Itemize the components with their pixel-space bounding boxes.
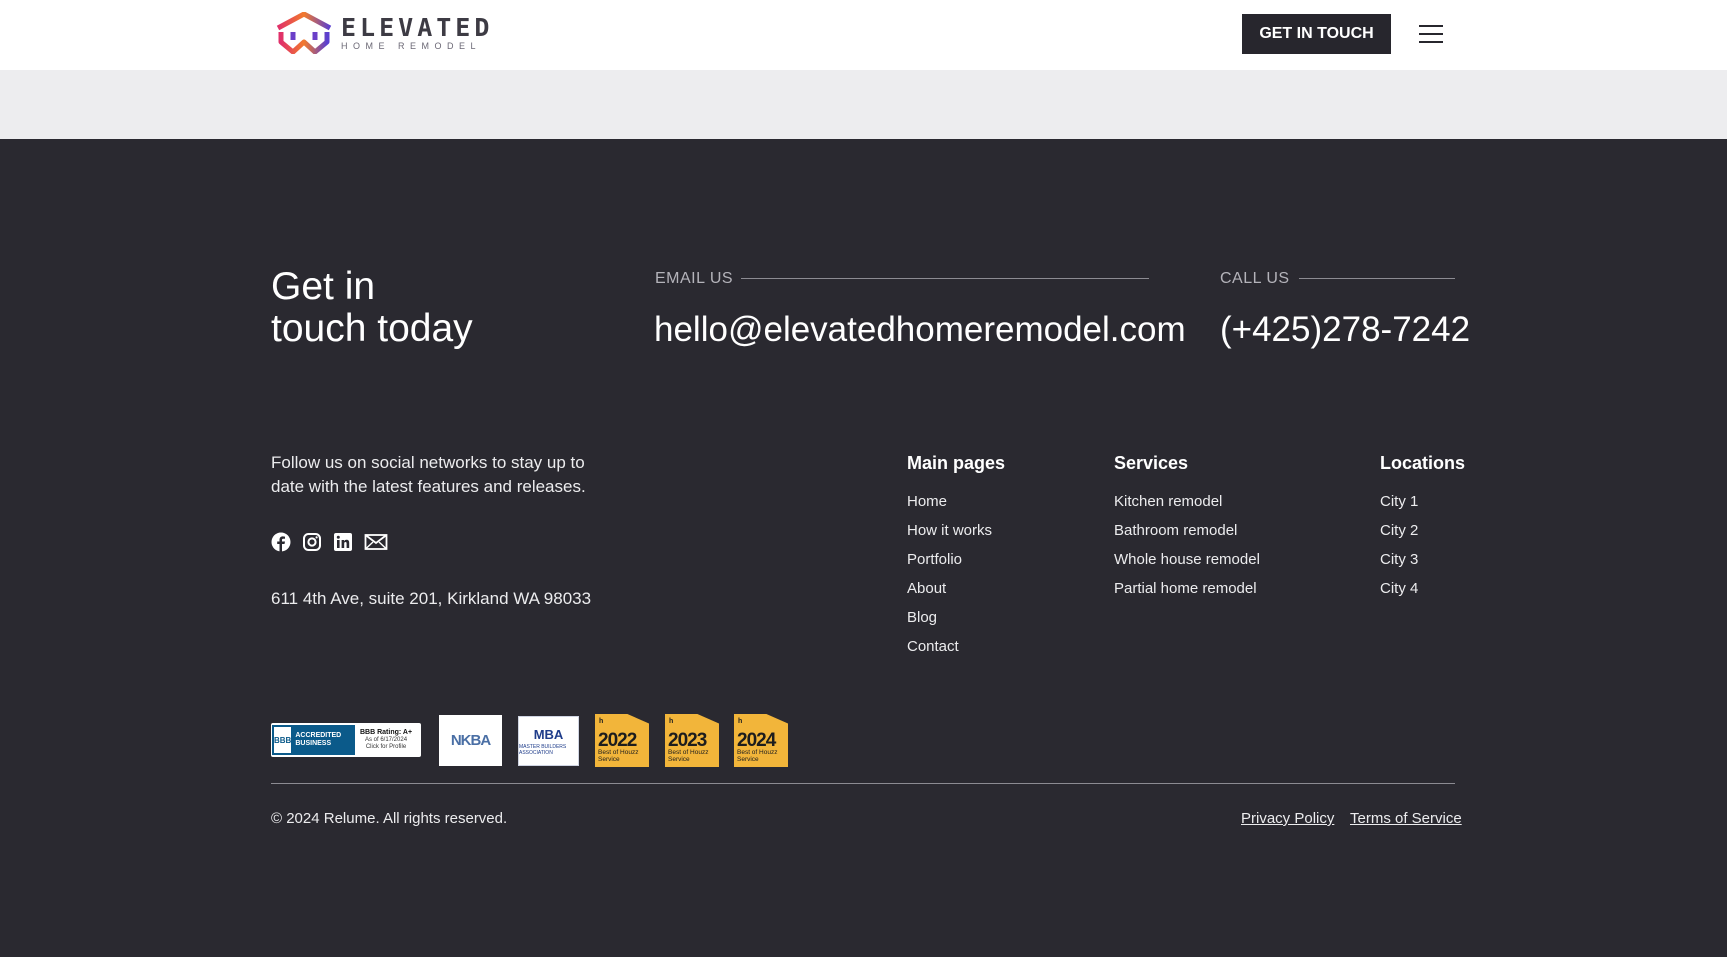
bbb-accredited-badge[interactable]: BBB ACCREDITED BUSINESS BBB Rating: A+ A…: [271, 723, 421, 757]
footer-link-contact[interactable]: Contact: [907, 638, 1005, 667]
bbb-rating-text: BBB Rating: A+: [360, 729, 413, 736]
get-in-touch-button[interactable]: GET IN TOUCH: [1242, 14, 1391, 54]
houzz-logo-icon: h: [669, 718, 674, 725]
instagram-icon[interactable]: [302, 532, 322, 552]
footer-link-home[interactable]: Home: [907, 493, 1005, 522]
site-footer: [0, 139, 1727, 957]
brand-logo[interactable]: ELEVATED HOME REMODEL: [275, 10, 493, 56]
contact-heading-line2: touch today: [271, 307, 473, 350]
footer-link-city-4[interactable]: City 4: [1380, 580, 1465, 609]
email-link[interactable]: hello@elevatedhomeremodel.com: [654, 310, 1186, 350]
nkba-logo-text: NKBA: [450, 732, 491, 749]
office-address: 611 4th Ave, suite 201, Kirkland WA 9803…: [271, 589, 592, 608]
footer-link-city-1[interactable]: City 1: [1380, 493, 1465, 522]
footer-link-city-3[interactable]: City 3: [1380, 551, 1465, 580]
hamburger-menu-icon[interactable]: [1416, 22, 1446, 46]
houzz-caption: Best of Houzz Service: [668, 749, 709, 763]
footer-link-bathroom-remodel[interactable]: Bathroom remodel: [1114, 522, 1260, 551]
footer-link-portfolio[interactable]: Portfolio: [907, 551, 1005, 580]
linkedin-icon[interactable]: [333, 532, 353, 552]
bbb-seal-icon: BBB: [274, 727, 292, 753]
houzz-2024-badge[interactable]: h 2024 Best of Houzz Service: [734, 714, 788, 767]
mba-logo-text: MBA: [533, 726, 564, 742]
phone-label: CALL US: [1220, 270, 1290, 287]
copyright-text: © 2024 Relume. All rights reserved.: [271, 810, 508, 827]
site-header: ELEVATED HOME REMODEL GET IN TOUCH: [0, 0, 1727, 70]
phone-divider: [1299, 278, 1455, 279]
mba-sub-text: MASTER BUILDERS ASSOCIATION: [519, 743, 567, 756]
footer-link-kitchen-remodel[interactable]: Kitchen remodel: [1114, 493, 1260, 522]
nkba-badge[interactable]: NKBA: [439, 715, 502, 766]
column-title: Locations: [1380, 453, 1466, 473]
houzz-2022-badge[interactable]: h 2022 Best of Houzz Service: [595, 714, 649, 767]
bbb-click-text: Click for Profile: [365, 744, 407, 750]
facebook-icon[interactable]: [271, 532, 291, 552]
mail-icon[interactable]: [364, 532, 388, 552]
social-follow-text: Follow us on social networks to stay up …: [271, 453, 586, 496]
terms-of-service-link[interactable]: Terms of Service: [1350, 810, 1462, 827]
footer-link-city-2[interactable]: City 2: [1380, 522, 1465, 551]
elevated-logo-mark-icon: [276, 12, 332, 54]
houzz-logo-icon: h: [738, 718, 743, 725]
column-title: Main pages: [907, 453, 1006, 473]
email-label: EMAIL US: [655, 270, 734, 287]
privacy-policy-link[interactable]: Privacy Policy: [1241, 810, 1334, 827]
houzz-caption: Best of Houzz Service: [737, 749, 778, 763]
brand-name: ELEVATED: [341, 13, 494, 42]
locations-column: Locations City 1 City 2 City 3 City 4: [1380, 453, 1465, 609]
footer-link-blog[interactable]: Blog: [907, 609, 1005, 638]
email-divider: [741, 278, 1149, 279]
social-icons: [271, 532, 388, 552]
footer-link-about[interactable]: About: [907, 580, 1005, 609]
bbb-accredited-text: ACCREDITED BUSINESS: [295, 732, 342, 747]
footer-link-how-it-works[interactable]: How it works: [907, 522, 1005, 551]
contact-heading-line1: Get in: [271, 265, 376, 308]
brand-tagline: HOME REMODEL: [341, 41, 482, 51]
phone-link[interactable]: (+425)278-7242: [1220, 310, 1470, 350]
houzz-logo-icon: h: [599, 718, 604, 725]
footer-divider: [271, 783, 1455, 784]
houzz-2023-badge[interactable]: h 2023 Best of Houzz Service: [665, 714, 719, 767]
houzz-caption: Best of Houzz Service: [598, 749, 639, 763]
contact-heading: Get in touch today: [271, 266, 473, 350]
column-title: Services: [1114, 453, 1189, 473]
footer-link-partial-home-remodel[interactable]: Partial home remodel: [1114, 580, 1260, 609]
footer-link-whole-house-remodel[interactable]: Whole house remodel: [1114, 551, 1260, 580]
main-pages-column: Main pages Home How it works Portfolio A…: [907, 453, 1005, 667]
mba-badge[interactable]: MBA MASTER BUILDERS ASSOCIATION: [518, 716, 579, 766]
bbb-date-text: As of 6/17/2024: [365, 737, 408, 743]
content-band: [0, 70, 1727, 139]
services-column: Services Kitchen remodel Bathroom remode…: [1114, 453, 1260, 609]
